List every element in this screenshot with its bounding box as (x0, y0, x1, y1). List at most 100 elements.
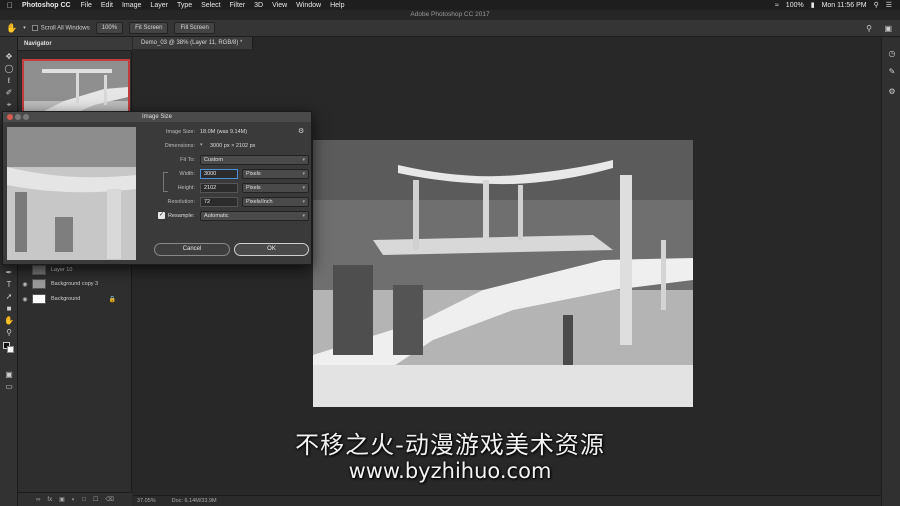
trash-icon[interactable]: ⌫ (105, 496, 113, 503)
status-bar: 37.05% Doc: 6.14M/33.9M (133, 495, 881, 506)
watermark-url: www.byzhihuo.com (348, 459, 552, 483)
eye-icon[interactable]: ◉ (18, 281, 32, 288)
tool-preset-chevron-icon[interactable]: ▾ (23, 25, 26, 31)
fit-to-label: Fit To: (180, 157, 195, 163)
resample-select[interactable]: Automatic (200, 211, 309, 221)
image-preview[interactable] (7, 127, 136, 260)
menu-help[interactable]: Help (330, 2, 344, 9)
adjustment-icon[interactable]: ◐ (72, 497, 76, 503)
navigator-panel-title[interactable]: Navigator (18, 37, 132, 51)
layer-thumbnail (32, 265, 46, 275)
resolution-input[interactable]: 72 (200, 197, 238, 207)
type-tool-icon[interactable]: T (3, 279, 15, 290)
fit-to-select[interactable]: Custom (200, 155, 309, 165)
quick-mask-icon[interactable]: ▣ (3, 369, 15, 380)
menu-select[interactable]: Select (201, 2, 220, 9)
clock[interactable]: Mon 11:56 PM (822, 2, 867, 9)
width-input[interactable]: 3000 (200, 169, 238, 179)
scroll-all-checkbox[interactable]: Scroll All Windows (31, 24, 90, 31)
lock-icon: 🔒 (108, 296, 116, 303)
dimensions-chevron-icon[interactable]: ▾ (200, 142, 203, 148)
fit-screen-button[interactable]: Fit Screen (129, 22, 169, 34)
link-icon[interactable]: ∞ (36, 497, 40, 503)
layer-name: Background (51, 296, 81, 302)
move-tool-icon[interactable]: ✥ (3, 51, 15, 62)
mask-icon[interactable]: ▣ (59, 496, 65, 503)
layer-row[interactable]: Layer 10 (18, 263, 132, 277)
menu-window[interactable]: Window (296, 2, 321, 9)
battery-icon[interactable]: ▮ (811, 1, 815, 9)
menu-filter[interactable]: Filter (230, 2, 246, 9)
menu-file[interactable]: File (81, 2, 92, 9)
wifi-icon[interactable]: ≈ (775, 2, 779, 9)
search-icon[interactable]: ⚲ (866, 24, 872, 33)
image-size-label: Image Size: (165, 129, 195, 135)
layers-panel-footer: ∞ fx ▣ ◐ □ ☐ ⌫ (18, 492, 132, 506)
height-label: Height: (177, 185, 195, 191)
layer-thumbnail (32, 294, 46, 304)
pen-tool-icon[interactable]: ✒ (3, 267, 15, 278)
artwork-canvas[interactable] (313, 140, 693, 407)
screen-mode-icon[interactable]: ▭ (3, 381, 15, 392)
resolution-unit-select[interactable]: Pixels/Inch (242, 197, 309, 207)
layer-name: Layer 10 (51, 267, 73, 273)
window-title: Adobe Photoshop CC 2017 (0, 10, 900, 20)
height-input[interactable]: 2102 (200, 183, 238, 193)
menu-edit[interactable]: Edit (101, 2, 113, 9)
width-label: Width: (179, 171, 195, 177)
menu-type[interactable]: Type (177, 2, 192, 9)
dialog-title: Image Size (3, 112, 311, 122)
workspace-icon[interactable]: ▣ (884, 24, 892, 33)
document-size: Doc: 6.14M/33.9M (171, 498, 217, 504)
brush-presets-icon[interactable]: ✎ (887, 67, 897, 77)
color-swatches-icon[interactable] (3, 341, 15, 353)
ok-button[interactable]: OK (234, 243, 309, 256)
watermark-title: 不移之火-动漫游戏美术资源 (295, 431, 605, 459)
properties-icon[interactable]: ⚙ (887, 87, 897, 97)
zoom-window-button[interactable] (23, 114, 29, 120)
menubar-status: ≈ 100% ▮ Mon 11:56 PM ⚲ ☰ (775, 0, 892, 10)
options-bar: ✋ ▾ Scroll All Windows 100% Fit Screen F… (0, 20, 900, 37)
menu-layer[interactable]: Layer (150, 2, 168, 9)
dimensions-value: 3000 px × 2102 px (210, 143, 256, 149)
menu-view[interactable]: View (272, 2, 287, 9)
hand-tool-icon[interactable]: ✋ (3, 315, 15, 326)
history-icon[interactable]: ◷ (887, 49, 897, 59)
apple-icon[interactable]:  (7, 1, 13, 10)
folder-icon[interactable]: □ (82, 497, 86, 503)
dimensions-label: Dimensions: (164, 143, 195, 149)
menu-3d[interactable]: 3D (254, 2, 263, 9)
quick-select-tool-icon[interactable]: ✐ (3, 87, 15, 98)
fill-screen-button[interactable]: Fill Screen (174, 22, 215, 34)
cancel-button[interactable]: Cancel (154, 243, 230, 256)
menu-app-name[interactable]: Photoshop CC (22, 2, 71, 9)
new-layer-icon[interactable]: ☐ (93, 496, 98, 503)
zoom-tool-icon[interactable]: ⚲ (3, 327, 15, 338)
hand-tool-icon[interactable]: ✋ (6, 23, 17, 34)
lasso-tool-icon[interactable]: ℓ (3, 75, 15, 86)
layer-thumbnail (32, 279, 46, 289)
eye-icon[interactable]: ◉ (18, 296, 32, 303)
layer-row[interactable]: ◉ Background 🔒 (18, 292, 132, 306)
crop-tool-icon[interactable]: ⌖ (3, 99, 15, 110)
document-tab[interactable]: Demo_03 @ 38% (Layer 11, RGB/8) * (133, 37, 253, 49)
marquee-tool-icon[interactable]: ◯ (3, 63, 15, 74)
menu-list-icon[interactable]: ☰ (886, 1, 892, 9)
height-unit-select[interactable]: Pixels (242, 183, 309, 193)
search-icon[interactable]: ⚲ (874, 1, 879, 9)
image-size-value: 18.0M (was 9.14M) (200, 129, 248, 135)
close-window-button[interactable] (7, 114, 13, 120)
gear-icon[interactable]: ⚙ (298, 127, 304, 135)
layer-name: Background copy 3 (51, 281, 99, 287)
zoom-readout[interactable]: 37.05% (137, 498, 156, 504)
zoom-100-button[interactable]: 100% (95, 22, 124, 34)
path-select-tool-icon[interactable]: ➚ (3, 291, 15, 302)
width-unit-select[interactable]: Pixels (242, 169, 309, 179)
layer-row[interactable]: ◉ Background copy 3 (18, 277, 132, 291)
fx-icon[interactable]: fx (47, 497, 52, 503)
shape-tool-icon[interactable]: ■ (3, 303, 15, 314)
resample-checkbox[interactable]: ✓ (158, 212, 165, 219)
minimize-window-button[interactable] (15, 114, 21, 120)
menu-image[interactable]: Image (122, 2, 141, 9)
resolution-label: Resolution: (167, 199, 195, 205)
